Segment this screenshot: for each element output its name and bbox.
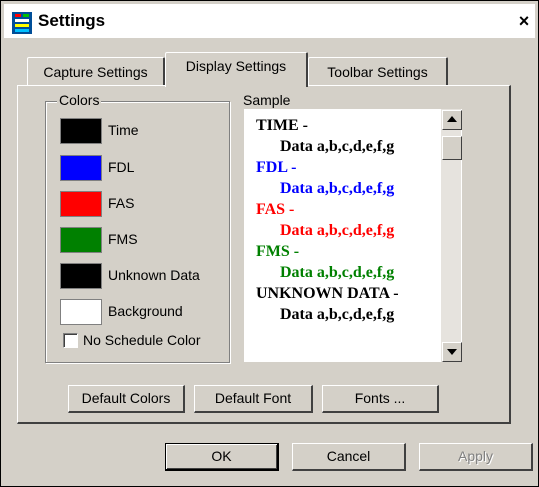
sample-line: Data a,b,c,d,e,f,g — [280, 222, 395, 239]
fas-color-label: FAS — [108, 195, 135, 211]
scroll-thumb[interactable] — [442, 136, 462, 160]
sample-scrollbar[interactable] — [441, 109, 462, 362]
sample-line: Data a,b,c,d,e,f,g — [280, 180, 395, 197]
background-color-swatch[interactable] — [60, 299, 102, 325]
title-bar[interactable]: Settings × — [4, 4, 535, 38]
sample-line: FAS - — [256, 201, 295, 218]
colors-group-label: Colors — [57, 92, 102, 108]
unknown-data-color-swatch[interactable] — [60, 263, 102, 289]
default-font-button[interactable]: Default Font — [194, 385, 313, 413]
sample-line: Data a,b,c,d,e,f,g — [280, 138, 395, 155]
ok-button[interactable]: OK — [165, 443, 279, 471]
time-color-label: Time — [108, 122, 139, 138]
no-schedule-color-label: No Schedule Color — [83, 332, 201, 348]
sample-preview[interactable]: TIME - Data a,b,c,d,e,f,g FDL - Data a,b,c,… — [244, 109, 462, 362]
tab-display-settings[interactable]: Display Settings — [165, 52, 308, 87]
sample-label: Sample — [243, 92, 291, 108]
no-schedule-color-checkbox[interactable] — [63, 333, 78, 348]
unknown-data-color-label: Unknown Data — [108, 267, 200, 283]
sample-line: Data a,b,c,d,e,f,g — [280, 306, 395, 323]
fms-color-label: FMS — [108, 231, 138, 247]
tab-capture-settings[interactable]: Capture Settings — [27, 57, 165, 86]
time-color-swatch[interactable] — [60, 118, 102, 144]
settings-dialog: Settings × Capture Settings Display Sett… — [0, 0, 539, 487]
close-button[interactable]: × — [514, 10, 534, 32]
background-color-label: Background — [108, 303, 183, 319]
fas-color-swatch[interactable] — [60, 191, 102, 217]
sample-text: TIME - Data a,b,c,d,e,f,g FDL - Data a,b,c,… — [256, 115, 399, 325]
fdl-color-label: FDL — [108, 159, 135, 175]
default-colors-button[interactable]: Default Colors — [68, 385, 185, 413]
display-settings-panel: Colors Time FDL FAS FMS Unknown Data Bac… — [17, 85, 511, 424]
tab-label: Capture Settings — [43, 64, 148, 80]
fdl-color-swatch[interactable] — [60, 155, 102, 181]
window-title: Settings — [38, 11, 106, 30]
apply-button[interactable]: Apply — [419, 443, 533, 471]
sample-line: FMS - — [256, 243, 300, 260]
sample-line: Data a,b,c,d,e,f,g — [280, 264, 395, 281]
sample-line: TIME - — [256, 117, 308, 134]
arrow-down-icon — [447, 349, 457, 355]
tab-label: Display Settings — [185, 58, 287, 74]
arrow-up-icon — [447, 116, 457, 122]
tab-toolbar-settings[interactable]: Toolbar Settings — [308, 57, 448, 86]
scroll-up-button[interactable] — [442, 110, 462, 130]
app-icon — [12, 12, 32, 34]
fms-color-swatch[interactable] — [60, 227, 102, 253]
scroll-down-button[interactable] — [442, 342, 462, 362]
cancel-button[interactable]: Cancel — [292, 443, 406, 471]
fonts-button[interactable]: Fonts ... — [322, 385, 439, 413]
sample-line: FDL - — [256, 159, 297, 176]
tab-label: Toolbar Settings — [327, 64, 428, 80]
sample-line: UNKNOWN DATA - — [256, 285, 399, 302]
